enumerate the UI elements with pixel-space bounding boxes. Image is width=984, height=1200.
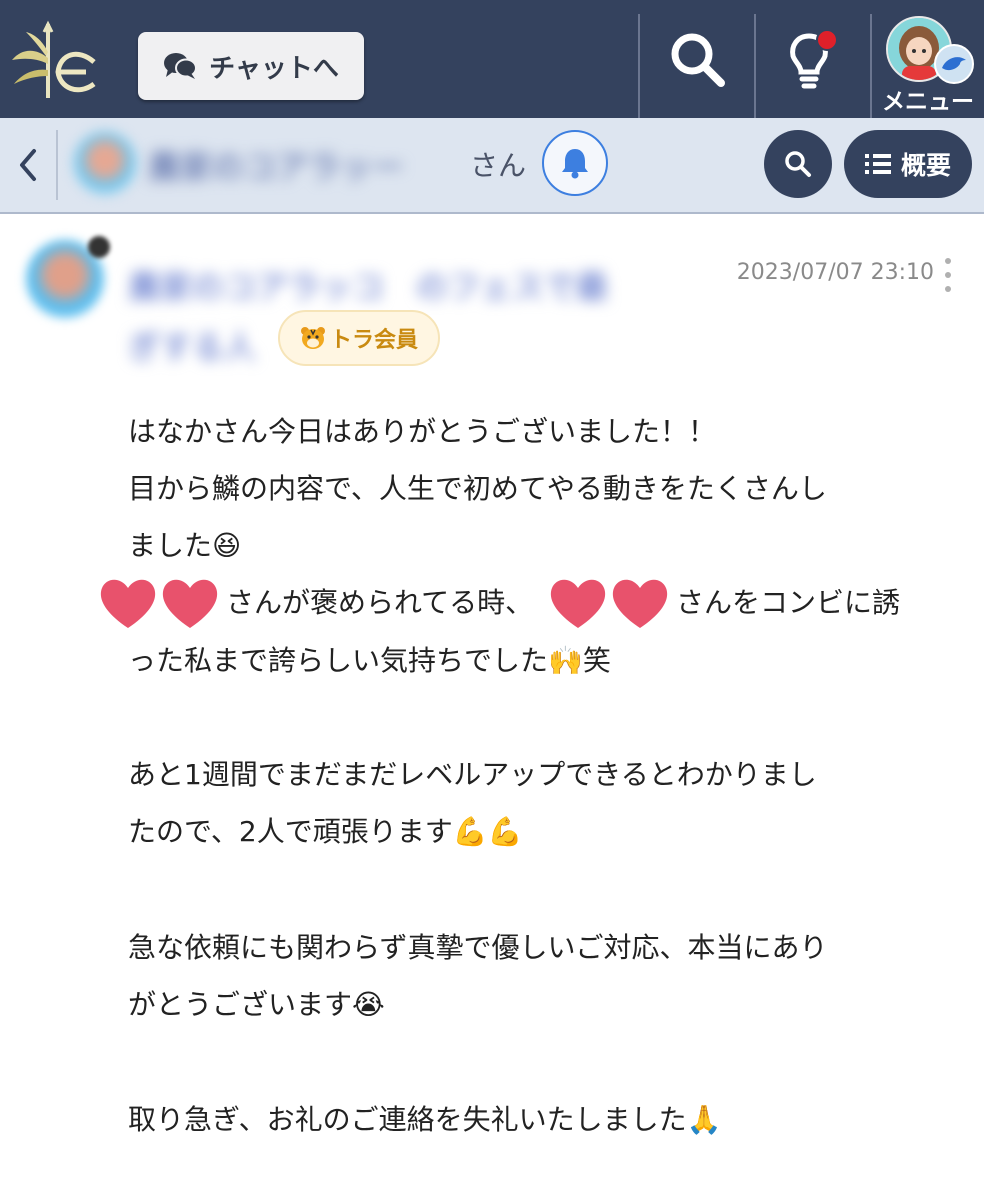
badge-label: トラ会員 — [329, 328, 418, 353]
search-icon — [671, 33, 725, 87]
divider — [56, 130, 58, 200]
search-button[interactable] — [640, 0, 754, 118]
channel-search-button[interactable] — [764, 130, 832, 198]
post-body-line: さんが褒められてる時、 — [226, 586, 534, 619]
overview-button[interactable]: 概要 — [844, 130, 972, 198]
lightbulb-icon — [790, 29, 838, 89]
bell-icon — [562, 149, 588, 179]
tiger-member-badge: トラ会員 — [278, 310, 440, 366]
heart-emoji-icon — [100, 579, 218, 628]
back-button[interactable] — [10, 142, 46, 188]
post-body-line: たので、2人で頑張ります💪💪 — [128, 815, 523, 848]
more-vertical-icon[interactable] — [938, 258, 958, 292]
search-icon — [785, 151, 811, 177]
dolphin-badge-icon — [934, 44, 974, 84]
post-author-name[interactable]: 農家のコアラッコ のフェスで最 — [128, 262, 668, 306]
chat-button-label: チャットへ — [209, 53, 339, 84]
notification-dot — [816, 29, 838, 51]
name-suffix: さん — [470, 149, 527, 182]
heart-emoji-icon — [550, 579, 668, 628]
post-body-line: った私まで誇らしい気持ちでした🙌笑 — [128, 644, 611, 677]
post-author-name-continued[interactable]: ぎする人 — [128, 322, 278, 366]
menu-button[interactable]: メニュー — [872, 0, 984, 118]
post-body-line: はなかさん今日はありがとうございました！！ — [128, 415, 717, 448]
post-body-line: 目から鱗の内容で、人生で初めてやる動きをたくさんし — [128, 472, 827, 505]
tiger-face-icon — [300, 327, 325, 349]
channel-name[interactable]: 農家のコアラッー — [148, 142, 448, 186]
post-body-line: 急な依頼にも関わらず真摯で優しいご対応、本当にあり — [128, 931, 828, 964]
post-timestamp: 2023/07/07 23:10 — [736, 260, 934, 285]
post-body-line: がとうございます😭 — [128, 988, 385, 1021]
channel-header: 農家のコアラッー さん 概要 — [0, 118, 984, 214]
subscribe-bell-button[interactable] — [542, 130, 608, 196]
post-body-line: さんをコンビに誘 — [676, 586, 901, 619]
avatar-status-dot — [88, 236, 110, 258]
post-body-line: 取り急ぎ、お礼のご連絡を失礼いたしました🙏 — [128, 1103, 722, 1136]
post-body-line: ました😆 — [128, 529, 242, 562]
top-navigation-bar: チャットへ メニュー — [0, 0, 984, 118]
list-icon — [864, 154, 891, 174]
go-to-chat-button[interactable]: チャットへ — [138, 32, 364, 100]
overview-label: 概要 — [900, 151, 951, 180]
notifications-button[interactable] — [756, 0, 870, 118]
menu-label: メニュー — [882, 89, 974, 115]
post-body-line: あと1週間でまだまだレベルアップできるとわかりまし — [128, 758, 817, 791]
chevron-left-icon — [20, 149, 36, 181]
bamboo-logo-icon[interactable] — [8, 18, 100, 104]
chat-bubbles-icon — [164, 53, 198, 79]
channel-avatar[interactable] — [74, 132, 136, 194]
